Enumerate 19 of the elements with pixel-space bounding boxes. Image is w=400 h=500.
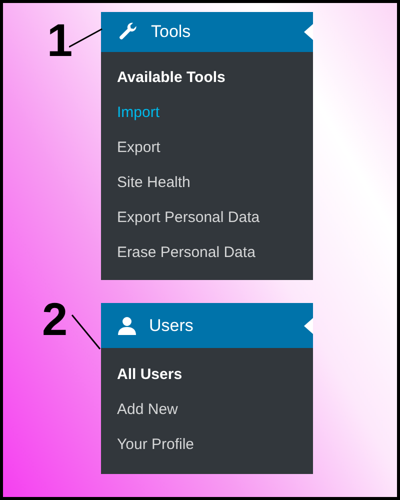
menu-title: Users: [149, 314, 194, 337]
menu-title: Tools: [151, 21, 191, 44]
leader-line: [71, 314, 101, 350]
callout-number: 1: [47, 17, 73, 63]
callout-number: 2: [42, 296, 68, 342]
current-indicator-icon: [304, 318, 313, 334]
submenu-item[interactable]: All Users: [101, 358, 313, 393]
submenu-item[interactable]: Erase Personal Data: [101, 236, 313, 271]
submenu-item[interactable]: Export: [101, 131, 313, 166]
submenu-item[interactable]: Your Profile: [101, 428, 313, 463]
menu-header[interactable]: Users: [101, 303, 313, 348]
submenu-item[interactable]: Add New: [101, 393, 313, 428]
user-icon: [117, 316, 137, 336]
menu-header[interactable]: Tools: [101, 12, 313, 52]
current-indicator-icon: [304, 24, 313, 40]
submenu-item[interactable]: Export Personal Data: [101, 201, 313, 236]
submenu-item[interactable]: Import: [101, 96, 313, 131]
submenu-item[interactable]: Available Tools: [101, 61, 313, 96]
submenu-item[interactable]: Site Health: [101, 166, 313, 201]
